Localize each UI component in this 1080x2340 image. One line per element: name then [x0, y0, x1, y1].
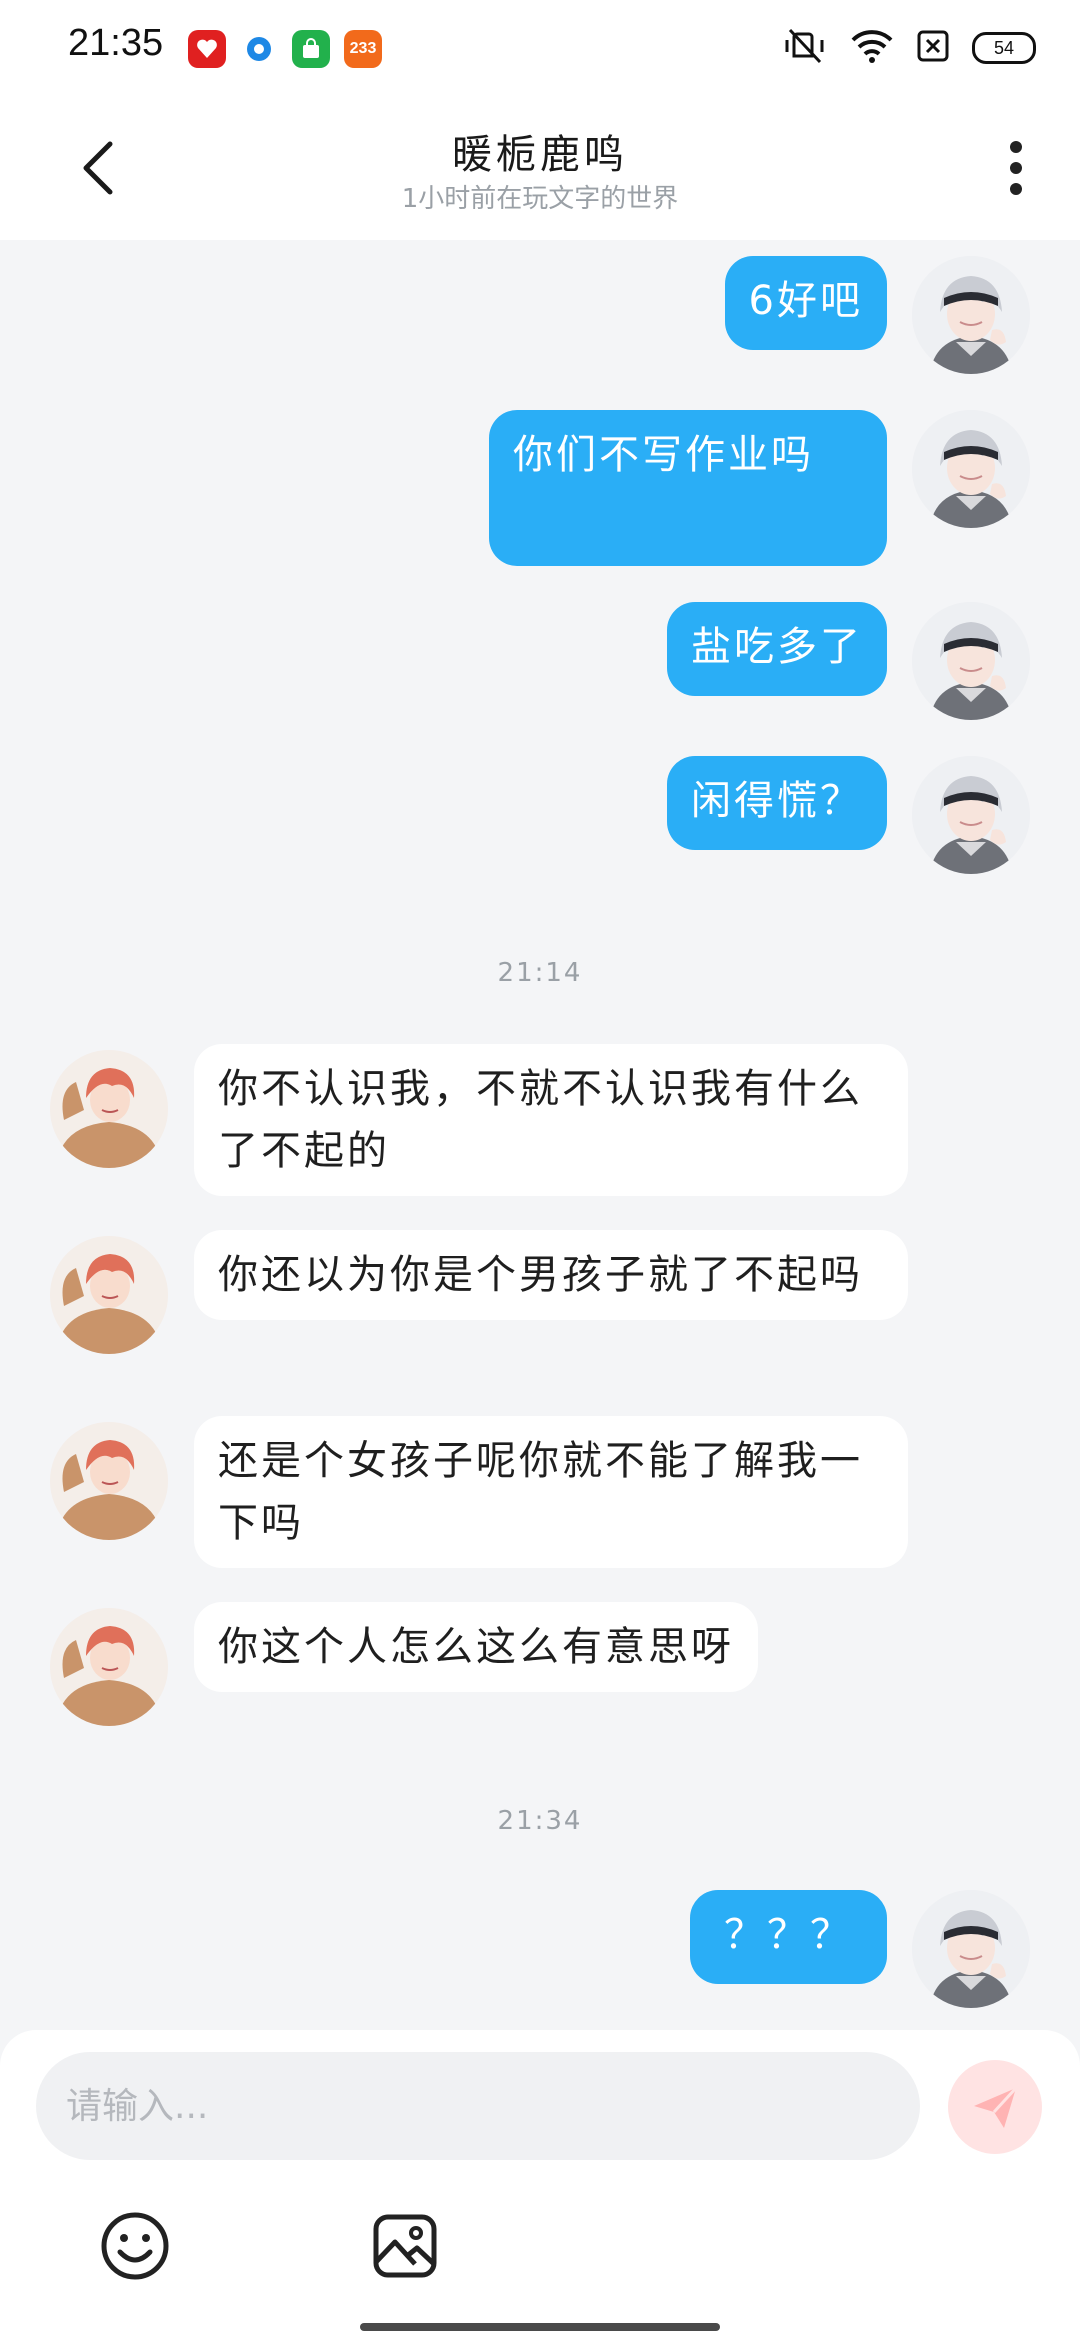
- message-text: 6好吧: [748, 278, 863, 324]
- browser-app-icon: [240, 30, 278, 68]
- silver-hair-boy-avatar-icon: [912, 756, 1030, 874]
- image-icon: [373, 2214, 437, 2278]
- composer: [0, 2030, 1080, 2340]
- silver-hair-boy-avatar-icon: [912, 602, 1030, 720]
- sim-disabled-icon: [916, 29, 950, 67]
- message-list[interactable]: 6好吧 你们不写作业吗 盐吃多了 闲得慌？ 21:14 你不认识我，不就不认识我…: [0, 240, 1080, 2030]
- game-233-app-icon: 233: [344, 30, 382, 68]
- battery-icon: 54: [972, 32, 1036, 64]
- emoji-button[interactable]: [95, 2206, 175, 2286]
- message-bubble-received[interactable]: 还是个女孩子呢你就不能了解我一下吗: [194, 1416, 908, 1568]
- message-bubble-sent[interactable]: 6好吧: [724, 256, 887, 350]
- contact-avatar[interactable]: [50, 1050, 168, 1168]
- game-233-label: 233: [349, 40, 377, 57]
- redhead-boy-avatar-icon: [50, 1608, 168, 1726]
- message-text: ？？？: [724, 1912, 853, 1958]
- redhead-boy-avatar-icon: [50, 1050, 168, 1168]
- time-divider: 21:14: [497, 958, 583, 988]
- mute-vibrate-icon: [782, 26, 828, 70]
- my-avatar[interactable]: [912, 410, 1030, 528]
- my-avatar[interactable]: [912, 1890, 1030, 2008]
- image-button[interactable]: [365, 2206, 445, 2286]
- contact-avatar[interactable]: [50, 1236, 168, 1354]
- message-text: 你这个人怎么这么有意思呀: [218, 1624, 734, 1670]
- status-bar: 21:35 233 54: [0, 0, 1080, 96]
- contact-name: 暖栀鹿鸣: [452, 132, 628, 178]
- my-avatar[interactable]: [912, 756, 1030, 874]
- silver-hair-boy-avatar-icon: [912, 1890, 1030, 2008]
- message-text: 你不认识我，不就不认识我有什么了不起的: [218, 1066, 863, 1174]
- silver-hair-boy-avatar-icon: [912, 256, 1030, 374]
- send-icon: [974, 2086, 1018, 2128]
- pinduoduo-app-icon: [188, 30, 226, 68]
- emoji-icon: [101, 2212, 169, 2280]
- message-bubble-received[interactable]: 你不认识我，不就不认识我有什么了不起的: [194, 1044, 908, 1196]
- my-avatar[interactable]: [912, 256, 1030, 374]
- message-bubble-received[interactable]: 你还以为你是个男孩子就了不起吗: [194, 1230, 908, 1320]
- silver-hair-boy-avatar-icon: [912, 410, 1030, 528]
- more-vertical-icon: [1010, 141, 1022, 195]
- redhead-boy-avatar-icon: [50, 1422, 168, 1540]
- contact-avatar[interactable]: [50, 1608, 168, 1726]
- redhead-boy-avatar-icon: [50, 1236, 168, 1354]
- send-button[interactable]: [948, 2060, 1042, 2154]
- message-bubble-sent[interactable]: 闲得慌？: [667, 756, 887, 850]
- store-app-icon: [292, 30, 330, 68]
- status-indicators: 54: [782, 26, 1036, 70]
- contact-status: 1小时前在玩文字的世界: [401, 184, 679, 214]
- my-avatar[interactable]: [912, 602, 1030, 720]
- message-text: 你们不写作业吗: [513, 432, 814, 478]
- wifi-icon: [850, 28, 894, 68]
- home-indicator[interactable]: [360, 2323, 720, 2331]
- contact-avatar[interactable]: [50, 1422, 168, 1540]
- chat-header: 暖栀鹿鸣 1小时前在玩文字的世界: [0, 96, 1080, 240]
- message-text: 盐吃多了: [691, 624, 863, 670]
- time-divider: 21:34: [497, 1806, 583, 1836]
- message-bubble-sent[interactable]: 你们不写作业吗: [489, 410, 887, 566]
- message-text: 还是个女孩子呢你就不能了解我一下吗: [218, 1438, 863, 1546]
- message-input[interactable]: [36, 2052, 920, 2160]
- message-text: 你还以为你是个男孩子就了不起吗: [218, 1252, 863, 1298]
- message-text: 闲得慌？: [691, 778, 863, 824]
- status-time: 21:35: [68, 22, 164, 64]
- message-bubble-sent[interactable]: ？？？: [690, 1890, 887, 1984]
- message-bubble-received[interactable]: 你这个人怎么这么有意思呀: [194, 1602, 758, 1692]
- battery-level: 54: [993, 37, 1015, 58]
- more-options-button[interactable]: [996, 136, 1036, 200]
- message-bubble-sent[interactable]: 盐吃多了: [667, 602, 887, 696]
